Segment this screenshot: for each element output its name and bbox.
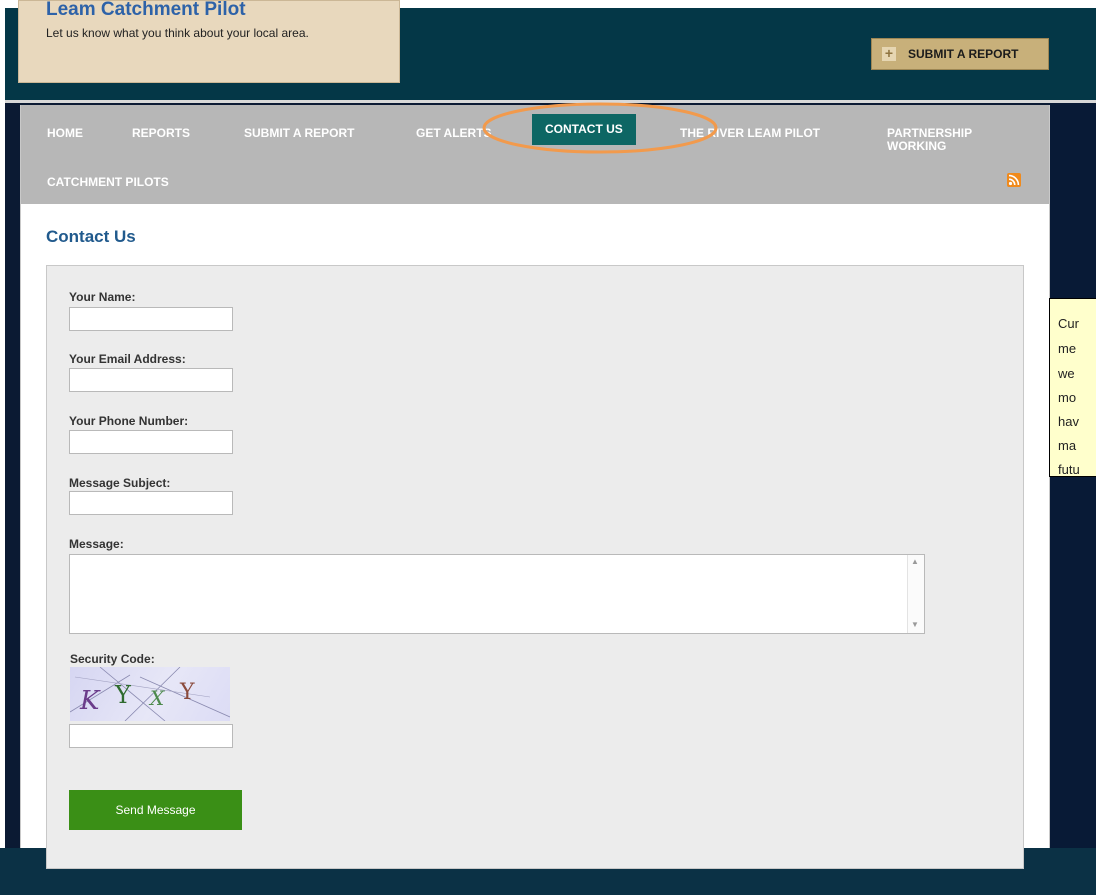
plus-icon: + <box>882 46 896 61</box>
security-code-label: Security Code: <box>70 652 155 666</box>
note-line: futu <box>1058 462 1080 477</box>
page-title: Contact Us <box>46 227 136 246</box>
contact-form: Your Name: Your Email Address: Your Phon… <box>46 265 1024 869</box>
nav-item-reports[interactable]: REPORTS <box>132 127 190 140</box>
nav-item-submit-report[interactable]: SUBMIT A REPORT <box>244 127 354 140</box>
submit-report-button[interactable]: + SUBMIT A REPORT <box>871 38 1049 70</box>
side-note-callout: Cur me we mo hav ma futu <box>1049 298 1096 477</box>
note-line: ma <box>1058 438 1077 453</box>
nav-item-catchment-pilots[interactable]: CATCHMENT PILOTS <box>47 176 169 189</box>
header-separator <box>0 100 1096 103</box>
email-input[interactable] <box>69 368 233 392</box>
rss-icon[interactable] <box>1007 173 1021 187</box>
email-label: Your Email Address: <box>69 352 186 366</box>
message-label: Message: <box>69 537 124 551</box>
note-line: Cur <box>1058 316 1079 331</box>
scroll-down-icon[interactable]: ▼ <box>911 620 919 629</box>
svg-text:Y: Y <box>114 681 132 709</box>
send-message-button[interactable]: Send Message <box>69 790 242 830</box>
nav-item-river-leam-pilot[interactable]: THE RIVER LEAM PILOT <box>680 127 820 140</box>
main-navigation: HOME REPORTS SUBMIT A REPORT GET ALERTS … <box>21 105 1049 204</box>
nav-item-home[interactable]: HOME <box>47 127 83 140</box>
nav-item-partnership-working[interactable]: PARTNERSHIP WORKING <box>887 127 997 153</box>
left-rail <box>0 8 5 895</box>
submit-report-label: SUBMIT A REPORT <box>908 47 1019 61</box>
subject-input[interactable] <box>69 491 233 515</box>
note-line: me <box>1058 341 1077 356</box>
svg-text:Y: Y <box>179 680 195 705</box>
message-textarea[interactable]: ▲ ▼ <box>69 554 925 634</box>
subject-label: Message Subject: <box>69 476 171 490</box>
name-label: Your Name: <box>69 290 136 304</box>
site-logo-box[interactable]: Leam Catchment Pilot Let us know what yo… <box>18 0 400 83</box>
right-background <box>1049 103 1096 895</box>
svg-text:K: K <box>79 686 101 716</box>
note-line: mo <box>1058 390 1077 405</box>
nav-item-get-alerts[interactable]: GET ALERTS <box>416 127 492 140</box>
note-line: hav <box>1058 414 1079 429</box>
name-input[interactable] <box>69 307 233 331</box>
security-code-input[interactable] <box>69 724 233 748</box>
scroll-up-icon[interactable]: ▲ <box>911 557 919 566</box>
svg-text:X: X <box>148 686 165 710</box>
note-line: we <box>1058 366 1075 381</box>
message-scrollbar[interactable]: ▲ ▼ <box>907 555 924 633</box>
site-tagline: Let us know what you think about your lo… <box>46 26 309 40</box>
captcha-image: K Y X Y <box>69 666 231 722</box>
phone-input[interactable] <box>69 430 233 454</box>
nav-item-contact-us[interactable]: CONTACT US <box>532 114 636 145</box>
site-title[interactable]: Leam Catchment Pilot <box>46 0 246 21</box>
phone-label: Your Phone Number: <box>69 414 189 428</box>
